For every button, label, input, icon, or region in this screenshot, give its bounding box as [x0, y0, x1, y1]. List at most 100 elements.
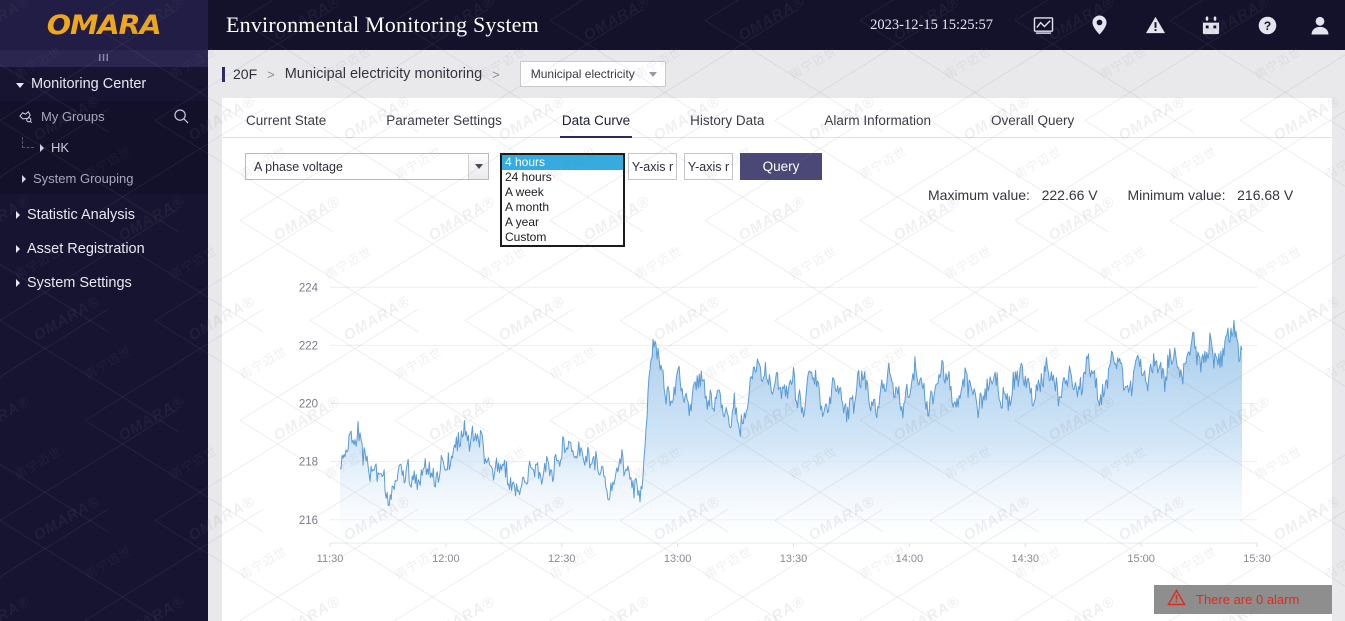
- page-title: Environmental Monitoring System: [226, 12, 539, 37]
- svg-text:15:00: 15:00: [1127, 553, 1155, 565]
- breadcrumb-floor[interactable]: 20F: [233, 66, 257, 82]
- caret-right-icon: [16, 211, 20, 219]
- tab-bar: Current State Parameter Settings Data Cu…: [222, 98, 1332, 138]
- minimum-label: Minimum value:: [1127, 187, 1226, 203]
- time-range-option-a-year[interactable]: A year: [502, 215, 623, 230]
- search-icon[interactable]: [173, 108, 190, 128]
- svg-text:13:00: 13:00: [664, 553, 692, 565]
- breadcrumb-accent-bar: [222, 66, 225, 82]
- sidebar-collapse-toggle[interactable]: III: [0, 50, 208, 67]
- breadcrumb-section[interactable]: Municipal electricity monitoring: [285, 66, 482, 82]
- clock-display: 2023-12-15 15:25:57: [870, 16, 993, 33]
- sidebar-subgroup: My Groups HK System Grouping: [0, 101, 208, 194]
- chart-y-axis-labels: 216 218 220 222 224: [299, 282, 319, 527]
- sidebar-item-statistic-analysis[interactable]: Statistic Analysis: [0, 198, 208, 232]
- time-range-option-4-hours[interactable]: 4 hours: [502, 155, 623, 170]
- tab-parameter-settings[interactable]: Parameter Settings: [386, 113, 502, 137]
- svg-text:15:30: 15:30: [1243, 553, 1271, 565]
- breadcrumb: 20F > Municipal electricity monitoring >…: [208, 50, 1345, 98]
- sidebar-item-hk[interactable]: HK: [0, 132, 208, 163]
- svg-text:218: 218: [299, 457, 318, 469]
- sidebar-item-label: Statistic Analysis: [27, 207, 135, 223]
- svg-text:12:00: 12:00: [432, 553, 460, 565]
- sidebar-item-system-settings[interactable]: System Settings: [0, 266, 208, 300]
- sidebar-item-label: System Grouping: [33, 171, 134, 186]
- warning-triangle-icon: [1167, 588, 1186, 611]
- svg-text:11:30: 11:30: [317, 553, 344, 565]
- caret-right-icon: [22, 174, 26, 183]
- sidebar-item-my-groups[interactable]: My Groups: [0, 101, 208, 132]
- collapse-glyph: III: [98, 53, 110, 64]
- svg-text:220: 220: [299, 399, 318, 411]
- sidebar-item-label: My Groups: [41, 109, 105, 124]
- app-root: OMARA III Monitoring Center My Groups HK…: [0, 0, 1345, 621]
- help-circle-icon[interactable]: ?: [1239, 0, 1295, 50]
- header-actions: 2023-12-15 15:25:57 ?: [870, 0, 1345, 50]
- chevron-down-icon: [468, 154, 488, 179]
- sidebar-item-asset-registration[interactable]: Asset Registration: [0, 232, 208, 266]
- content-panel: Current State Parameter Settings Data Cu…: [222, 98, 1332, 621]
- user-icon[interactable]: [1295, 0, 1345, 50]
- time-range-option-custom[interactable]: Custom: [502, 230, 623, 245]
- metric-select[interactable]: A phase voltage: [245, 153, 489, 180]
- alarm-toast-text: There are 0 alarm: [1196, 592, 1300, 607]
- time-range-dropdown-list[interactable]: 4 hours 24 hours A week A month A year C…: [500, 153, 625, 247]
- breadcrumb-device-value: Municipal electricity: [530, 67, 635, 81]
- svg-text:13:30: 13:30: [780, 553, 808, 565]
- maximum-label: Maximum value:: [928, 187, 1030, 203]
- alarm-toast[interactable]: There are 0 alarm: [1154, 585, 1332, 614]
- tab-overall-query[interactable]: Overall Query: [991, 113, 1074, 137]
- tab-alarm-information[interactable]: Alarm Information: [824, 113, 931, 137]
- svg-text:222: 222: [299, 340, 318, 352]
- chart-area-fill: [340, 320, 1242, 543]
- sidebar: OMARA III Monitoring Center My Groups HK…: [0, 0, 208, 621]
- caret-right-icon: [16, 245, 20, 253]
- caret-right-icon: [16, 279, 20, 287]
- svg-text:12:30: 12:30: [548, 553, 576, 565]
- logo-text: OMARA: [47, 9, 162, 41]
- minimum-value: 216.68 V: [1237, 187, 1294, 203]
- sidebar-item-monitoring-center[interactable]: Monitoring Center: [0, 67, 208, 101]
- query-button[interactable]: Query: [740, 153, 822, 180]
- caret-right-icon: [40, 143, 44, 152]
- caret-down-icon: [16, 82, 24, 88]
- svg-text:14:30: 14:30: [1011, 553, 1039, 565]
- maximum-value: 222.66 V: [1041, 187, 1098, 203]
- calendar-icon[interactable]: [1183, 0, 1239, 50]
- metric-select-value: A phase voltage: [254, 159, 343, 174]
- breadcrumb-separator: >: [492, 66, 500, 82]
- brand-logo[interactable]: OMARA: [0, 0, 208, 50]
- sidebar-item-system-grouping[interactable]: System Grouping: [0, 163, 208, 194]
- svg-text:224: 224: [299, 282, 319, 294]
- tab-current-state[interactable]: Current State: [246, 113, 326, 137]
- tab-data-curve[interactable]: Data Curve: [559, 113, 633, 138]
- trend-chart-icon[interactable]: [1015, 0, 1071, 50]
- group-icon: [18, 109, 33, 124]
- breadcrumb-separator: >: [267, 66, 275, 82]
- sidebar-item-label: HK: [51, 140, 70, 155]
- tab-history-data[interactable]: History Data: [690, 113, 764, 137]
- top-header: Environmental Monitoring System 2023-12-…: [208, 0, 1345, 50]
- chevron-down-icon: [648, 71, 657, 77]
- chart-x-axis-labels: 11:30 12:00 12:30 13:00 13:30 14:00 14:30 15:00…: [317, 553, 1271, 565]
- minmax-readout: Maximum value: 222.66 V Minimum value: 2…: [928, 187, 1293, 203]
- svg-text:14:00: 14:00: [896, 553, 924, 565]
- sidebar-item-label: System Settings: [27, 275, 132, 291]
- yaxis-max-button[interactable]: Y-axis r: [628, 153, 677, 180]
- warning-triangle-icon[interactable]: [1127, 0, 1183, 50]
- data-curve-chart[interactable]: 216 218 220 222 224 11:30 12:00 12:30 13:00 13:3…: [222, 246, 1332, 621]
- location-pin-icon[interactable]: [1071, 0, 1127, 50]
- breadcrumb-device-selector[interactable]: Municipal electricity: [519, 61, 666, 87]
- sidebar-item-label: Monitoring Center: [31, 76, 147, 92]
- svg-text:?: ?: [1263, 18, 1270, 32]
- time-range-option-a-week[interactable]: A week: [502, 185, 623, 200]
- yaxis-min-button[interactable]: Y-axis r: [684, 153, 733, 180]
- chart-canvas: 216 218 220 222 224 11:30 12:00 12:30 13:00 13:3…: [299, 282, 1271, 565]
- chart-series-area: [339, 319, 1243, 543]
- sidebar-item-label: Asset Registration: [27, 241, 145, 257]
- tree-connector-icon: [22, 137, 34, 148]
- chart-controls: A phase voltage 4 hours 24 hours A week …: [222, 153, 1332, 247]
- svg-text:216: 216: [299, 515, 318, 527]
- time-range-option-a-month[interactable]: A month: [502, 200, 623, 215]
- time-range-option-24-hours[interactable]: 24 hours: [502, 170, 623, 185]
